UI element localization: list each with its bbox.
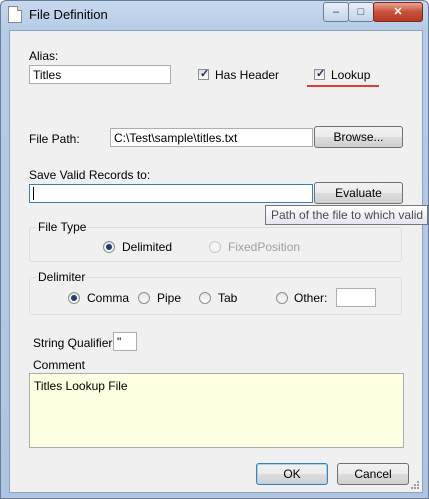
alias-input[interactable]: Titles <box>29 65 171 84</box>
comma-label: Comma <box>87 291 130 305</box>
lookup-checkbox[interactable]: ✓ <box>314 68 326 80</box>
title-bar[interactable]: File Definition – □ ✕ <box>1 1 428 29</box>
string-qualifier-input[interactable]: " <box>113 332 137 351</box>
save-path-tooltip: Path of the file to which valid <box>265 205 428 225</box>
radio-selected-dot <box>71 295 77 301</box>
close-button[interactable]: ✕ <box>373 2 423 22</box>
text-caret <box>33 187 34 200</box>
other-delimiter-input[interactable] <box>336 288 376 307</box>
file-path-label: File Path: <box>29 132 80 146</box>
lookup-label: Lookup <box>331 68 371 82</box>
delimiter-group: Delimiter Comma Pipe Tab Other: <box>29 270 402 315</box>
other-radio[interactable] <box>276 292 288 304</box>
document-icon <box>8 6 22 23</box>
radio-selected-dot <box>106 244 112 250</box>
fixed-position-label: FixedPosition <box>228 240 301 254</box>
checkmark-icon: ✓ <box>200 68 210 80</box>
tab-label: Tab <box>218 291 238 305</box>
file-type-group: File Type Delimited FixedPosition <box>29 220 402 262</box>
minimize-button[interactable]: – <box>323 2 349 22</box>
delimited-radio[interactable] <box>103 241 115 253</box>
file-type-title: File Type <box>36 220 89 234</box>
has-header-checkbox[interactable]: ✓ <box>198 68 210 80</box>
size-grip-icon[interactable] <box>409 479 419 489</box>
lookup-highlight-underline <box>307 85 379 87</box>
comment-textarea[interactable]: Titles Lookup File <box>29 373 404 448</box>
ok-button[interactable]: OK <box>256 463 328 485</box>
checkmark-icon: ✓ <box>316 68 326 80</box>
file-path-input[interactable]: C:\Test\sample\titles.txt <box>110 128 313 147</box>
delimiter-title: Delimiter <box>36 270 88 284</box>
delimited-label: Delimited <box>122 240 173 254</box>
other-label: Other: <box>294 291 328 305</box>
browse-button[interactable]: Browse... <box>314 126 403 148</box>
window-title: File Definition <box>29 7 108 22</box>
cancel-button[interactable]: Cancel <box>337 463 409 485</box>
comment-label: Comment <box>33 358 86 372</box>
save-valid-label: Save Valid Records to: <box>29 168 151 182</box>
string-qualifier-label: String Qualifier <box>33 336 113 350</box>
save-valid-input[interactable] <box>29 184 313 203</box>
tab-radio[interactable] <box>199 292 211 304</box>
dialog-client-area: Alias: Titles ✓ Has Header ✓ Lookup File… <box>9 30 423 493</box>
evaluate-button[interactable]: Evaluate <box>314 182 403 204</box>
file-definition-window: File Definition – □ ✕ Alias: Titles ✓ Ha… <box>0 0 429 499</box>
alias-label: Alias: <box>29 49 59 63</box>
maximize-button[interactable]: □ <box>348 2 374 22</box>
pipe-radio[interactable] <box>138 292 150 304</box>
fixed-position-radio[interactable] <box>209 241 221 253</box>
has-header-label: Has Header <box>215 68 280 82</box>
comma-radio[interactable] <box>68 292 80 304</box>
pipe-label: Pipe <box>157 291 182 305</box>
